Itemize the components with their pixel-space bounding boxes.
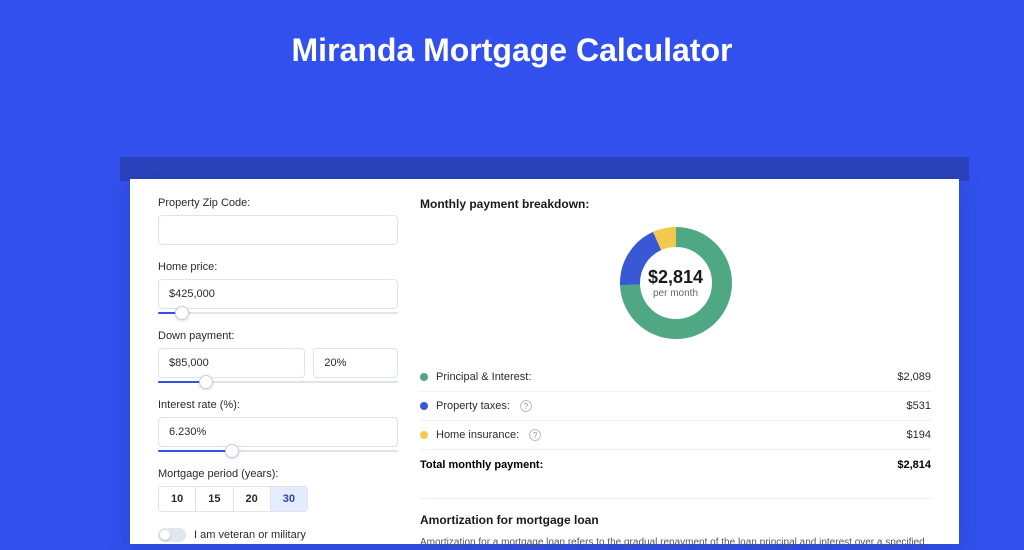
interest-input[interactable] xyxy=(158,417,398,447)
donut-center: $2,814 per month xyxy=(616,223,736,343)
home-price-slider[interactable] xyxy=(158,312,398,314)
home-price-label: Home price: xyxy=(158,261,398,273)
interest-slider[interactable] xyxy=(158,450,398,452)
period-options: 10152030 xyxy=(158,486,308,512)
zip-input[interactable] xyxy=(158,215,398,245)
legend-value: $531 xyxy=(907,400,931,412)
period-group: Mortgage period (years): 10152030 xyxy=(158,468,398,512)
legend-total-row: Total monthly payment: $2,814 xyxy=(420,450,931,480)
header-banner xyxy=(120,157,969,181)
zip-group: Property Zip Code: xyxy=(158,197,398,245)
legend-row-0: Principal & Interest: $2,089 xyxy=(420,363,931,392)
interest-label: Interest rate (%): xyxy=(158,399,398,411)
legend-total-label: Total monthly payment: xyxy=(420,459,543,471)
veteran-label: I am veteran or military xyxy=(194,529,306,541)
info-icon[interactable]: ? xyxy=(520,400,532,412)
down-payment-label: Down payment: xyxy=(158,330,398,342)
donut-amount: $2,814 xyxy=(648,267,703,288)
amortization-text: Amortization for a mortgage loan refers … xyxy=(420,535,931,550)
interest-slider-fill xyxy=(158,450,232,452)
calculator-card: Property Zip Code: Home price: Down paym… xyxy=(130,179,959,544)
down-payment-slider-thumb[interactable] xyxy=(199,375,213,389)
breakdown-title: Monthly payment breakdown: xyxy=(420,197,931,211)
legend: Principal & Interest: $2,089 Property taxe… xyxy=(420,363,931,450)
period-option-30[interactable]: 30 xyxy=(271,487,307,511)
interest-group: Interest rate (%): xyxy=(158,399,398,452)
info-icon[interactable]: ? xyxy=(529,429,541,441)
down-payment-amount-input[interactable] xyxy=(158,348,305,378)
zip-label: Property Zip Code: xyxy=(158,197,398,209)
period-option-15[interactable]: 15 xyxy=(196,487,233,511)
page-title: Miranda Mortgage Calculator xyxy=(0,32,1024,69)
legend-dot xyxy=(420,402,428,410)
breakdown-panel: Monthly payment breakdown: $2,814 per mo… xyxy=(420,197,931,544)
down-payment-pct-input[interactable] xyxy=(313,348,398,378)
legend-value: $194 xyxy=(907,429,931,441)
veteran-toggle-knob xyxy=(160,530,170,540)
legend-dot xyxy=(420,373,428,381)
home-price-group: Home price: xyxy=(158,261,398,314)
legend-label: Home insurance: xyxy=(436,429,519,441)
interest-slider-thumb[interactable] xyxy=(225,444,239,458)
amortization-section: Amortization for mortgage loan Amortizat… xyxy=(420,498,931,550)
down-payment-slider[interactable] xyxy=(158,381,398,383)
legend-value: $2,089 xyxy=(897,371,931,383)
legend-row-2: Home insurance:? $194 xyxy=(420,421,931,450)
legend-dot xyxy=(420,431,428,439)
period-option-20[interactable]: 20 xyxy=(234,487,271,511)
period-option-10[interactable]: 10 xyxy=(159,487,196,511)
legend-row-1: Property taxes:? $531 xyxy=(420,392,931,421)
donut-sub: per month xyxy=(653,288,698,299)
legend-total-value: $2,814 xyxy=(897,459,931,471)
down-payment-group: Down payment: xyxy=(158,330,398,383)
home-price-slider-thumb[interactable] xyxy=(175,306,189,320)
legend-label: Principal & Interest: xyxy=(436,371,531,383)
legend-label: Property taxes: xyxy=(436,400,510,412)
veteran-toggle[interactable] xyxy=(158,528,186,542)
amortization-title: Amortization for mortgage loan xyxy=(420,513,931,527)
donut-chart: $2,814 per month xyxy=(420,223,931,343)
input-panel: Property Zip Code: Home price: Down paym… xyxy=(158,197,398,544)
period-label: Mortgage period (years): xyxy=(158,468,398,480)
veteran-row: I am veteran or military xyxy=(158,528,398,542)
home-price-input[interactable] xyxy=(158,279,398,309)
